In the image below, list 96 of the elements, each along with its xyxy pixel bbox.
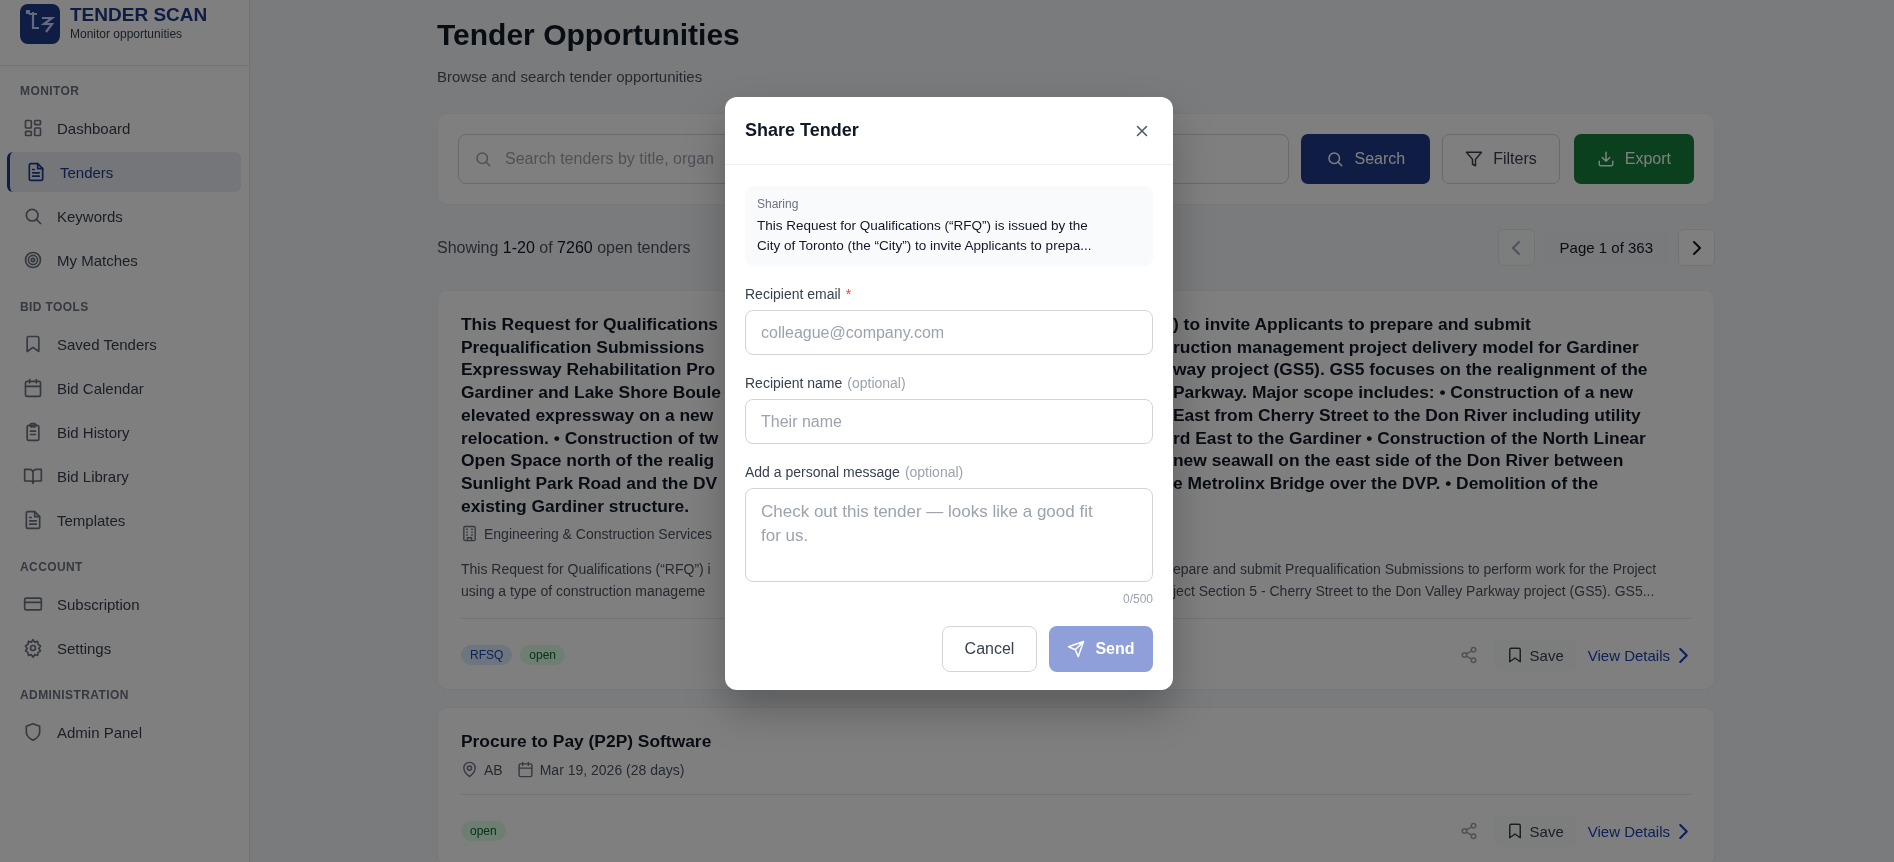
tender-description: ject Section 5 - Cherry Street to the Don Valley Parkway project (GS5). GS5... (1173, 582, 1656, 602)
book-icon (23, 466, 43, 486)
required-mark: * (845, 286, 852, 302)
section-heading: BID TOOLS (19, 300, 90, 316)
calendar-icon (23, 378, 43, 398)
field-label: Add a personal message (745, 464, 900, 480)
tender-title[interactable]: e Metrolinx Bridge over the DVP. • Demolition of the (1173, 471, 1691, 495)
field-label: Recipient name (745, 375, 843, 391)
email-field[interactable]: colleague@company.com (745, 310, 1153, 355)
chevron-left-icon (1512, 240, 1521, 255)
document-icon (23, 510, 43, 530)
building-icon (461, 525, 478, 543)
bookmark-icon (23, 334, 43, 354)
field-label: Recipient email (745, 286, 841, 302)
chevron-right-icon (1676, 823, 1691, 839)
brand-title: TENDER SCAN (70, 3, 208, 27)
tender-title[interactable]: ) to invite Applicants to prepare and submit (1173, 313, 1691, 336)
dialog-title: Share Tender (745, 120, 859, 141)
export-button[interactable]: Export (1573, 134, 1694, 184)
search-icon (23, 206, 43, 226)
search-icon (474, 150, 492, 168)
brand-subtitle: Monitor opportunities (70, 27, 184, 41)
document-icon (26, 162, 46, 182)
tender-title[interactable]: Parkway. Major scope includes: • Construction of a new (1173, 381, 1691, 404)
chevron-right-icon (1676, 647, 1691, 663)
tender-title[interactable]: new seawall on the east side of the Don River between (1173, 449, 1691, 472)
sharing-label: Sharing (757, 197, 800, 211)
cancel-button[interactable]: Cancel (942, 626, 1037, 672)
view-details-link[interactable]: View Details (1587, 822, 1691, 840)
deadline-date: Mar 19, 2026 (28 days) (539, 761, 685, 778)
tender-description: epare and submit Prequalification Submissions to perform work for the Project (1173, 560, 1658, 580)
download-icon (1596, 150, 1615, 168)
tender-title[interactable]: Open Space north of the realig (461, 449, 717, 472)
organization-name: Engineering & Construction Services (484, 525, 712, 542)
search-button[interactable]: Search (1301, 134, 1431, 184)
character-counter: 0/500 (1122, 592, 1153, 606)
sidebar-item[interactable]: Saved Tenders (7, 324, 241, 364)
tender-title[interactable]: relocation. • Construction of tw (461, 426, 717, 450)
page-subtitle: Browse and search tender opportunities (437, 68, 704, 85)
sidebar-item[interactable]: Bid Library (7, 456, 241, 496)
tender-title[interactable]: existing Gardiner structure. (461, 494, 717, 518)
section-heading: MONITOR (19, 84, 81, 100)
tender-title[interactable]: ruction management project delivery model for Gardiner (1173, 335, 1691, 359)
target-icon (23, 250, 43, 270)
send-icon (1067, 640, 1086, 658)
section-heading: ACCOUNT (19, 560, 84, 576)
tender-title[interactable]: Sunlight Park Road and the DV (461, 471, 717, 495)
location-text: AB (484, 761, 503, 778)
next-page-button[interactable] (1678, 229, 1715, 266)
share-icon (1459, 646, 1478, 665)
logo-icon (20, 4, 60, 44)
optional-note: (optional) (847, 375, 906, 391)
tender-title[interactable]: way project (GS5). GS5 focuses on the realignment of the (1173, 358, 1691, 382)
tender-description: using a type of construction manageme (461, 582, 707, 602)
tender-title[interactable]: rd East to the Gardiner • Construction of the North Linear (1173, 426, 1691, 450)
sidebar-item[interactable]: Subscription (7, 584, 241, 624)
status-tag: open (461, 821, 506, 842)
tender-title[interactable]: Procure to Pay (P2P) Software (461, 730, 717, 754)
search-icon (1326, 150, 1345, 168)
clipboard-icon (23, 422, 43, 442)
shared-tender-text: This Request for Qualifications (“RFQ”) is issued by the (757, 217, 1089, 235)
filter-icon (1465, 150, 1484, 168)
calendar-icon (516, 761, 534, 779)
tender-title[interactable]: Expressway Rehabilitation Pro (461, 358, 717, 382)
sidebar-item[interactable]: Tenders (7, 152, 241, 192)
settings-icon (23, 638, 43, 658)
tender-title[interactable]: This Request for Qualifications (461, 313, 717, 336)
tender-title[interactable]: East from Cherry Street to the Don River including utility (1173, 403, 1691, 427)
shared-tender-text: City of Toronto (the “City”) to invite Applicants to prepa... (757, 237, 1093, 255)
page-title: Tender Opportunities (437, 17, 741, 53)
message-field[interactable]: Check out this tender — looks like a good fit for us. (745, 488, 1153, 582)
share-icon (1459, 822, 1478, 841)
section-heading: ADMINISTRATION (19, 688, 130, 704)
sidebar-item[interactable]: Bid History (7, 412, 241, 452)
sidebar-item[interactable]: Bid Calendar (7, 368, 241, 408)
tender-title[interactable]: elevated expressway on a new (461, 403, 717, 427)
sidebar-item[interactable]: Settings (7, 628, 241, 668)
sidebar-item[interactable]: Dashboard (7, 108, 241, 148)
status-tag: open (520, 645, 566, 666)
view-details-link[interactable]: View Details (1587, 646, 1691, 664)
sidebar-item[interactable]: My Matches (7, 240, 241, 280)
filters-button[interactable]: Filters (1442, 134, 1560, 184)
tender-title[interactable]: Prequalification Submissions (461, 335, 717, 359)
optional-note: (optional) (904, 464, 964, 480)
shield-icon (23, 722, 43, 742)
name-field[interactable]: Their name (745, 399, 1153, 444)
sidebar-item[interactable]: Admin Panel (7, 712, 241, 752)
results-count: Showing 1-20 of 7260 open tenders (437, 238, 691, 257)
type-tag: RFSQ (461, 645, 513, 666)
sidebar-item[interactable]: Keywords (7, 196, 241, 236)
credit-card-icon (23, 594, 43, 614)
location-pin-icon (461, 761, 478, 779)
sidebar-item[interactable]: Templates (7, 500, 241, 540)
grid-icon (23, 118, 43, 138)
chevron-right-icon (1692, 240, 1701, 255)
tender-description: This Request for Qualifications (“RFQ”) i (461, 560, 712, 580)
